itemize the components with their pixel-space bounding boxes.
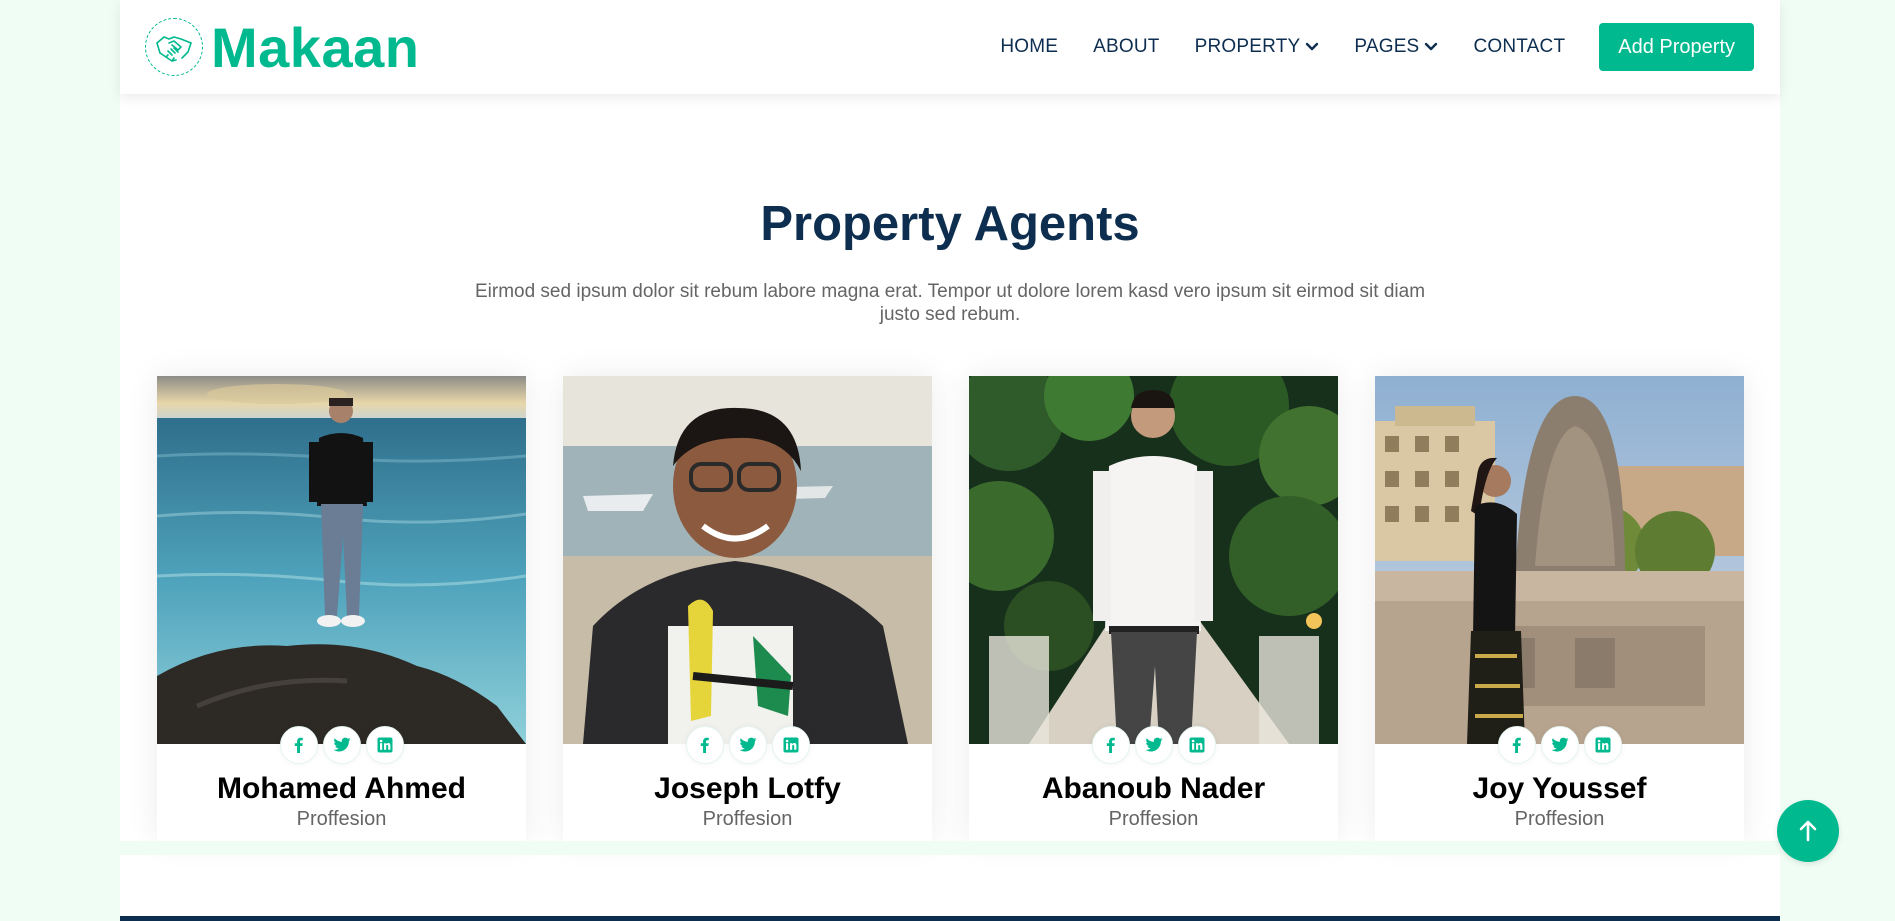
nav-item-label: CONTACT (1473, 36, 1566, 57)
nav-item-label: PROPERTY (1194, 36, 1301, 57)
nav-item-label: HOME (1000, 36, 1059, 57)
nav-item-label: PAGES (1354, 36, 1420, 57)
agent-photo (157, 376, 526, 744)
nav-item-home[interactable]: HOME (1000, 36, 1058, 58)
twitter-icon[interactable] (1134, 726, 1173, 764)
agent-card: Joy Youssef Proffesion (1375, 376, 1744, 841)
nav-item-about[interactable]: ABOUT (1093, 36, 1159, 58)
chevron-down-icon (1306, 42, 1319, 51)
social-links (563, 726, 932, 764)
social-links (969, 726, 1338, 764)
linkedin-icon[interactable] (771, 726, 810, 764)
facebook-icon[interactable] (1497, 726, 1536, 764)
linkedin-icon[interactable] (1177, 726, 1216, 764)
facebook-icon[interactable] (685, 726, 724, 764)
arrow-up-icon (1799, 820, 1817, 842)
twitter-icon[interactable] (728, 726, 767, 764)
section-subtitle: Eirmod sed ipsum dolor sit rebum labore … (474, 281, 1426, 325)
twitter-icon[interactable] (322, 726, 361, 764)
agent-role: Proffesion (702, 808, 793, 830)
brand-logo[interactable]: Makaan (145, 15, 419, 80)
linkedin-icon[interactable] (1583, 726, 1622, 764)
facebook-icon[interactable] (279, 726, 318, 764)
back-to-top-button[interactable] (1777, 800, 1839, 862)
nav-item-property[interactable]: PROPERTY (1195, 36, 1320, 58)
brand-name: Makaan (211, 15, 420, 79)
agent-card: Mohamed Ahmed Proffesion (157, 376, 526, 841)
agent-photo (563, 376, 932, 744)
main-nav: HOME ABOUT PROPERTY PAGES CONTACT Add Pr… (1000, 23, 1780, 71)
navbar: Makaan HOME ABOUT PROPERTY PAGES CONTACT… (120, 0, 1780, 94)
social-links (1375, 726, 1744, 764)
agent-role: Proffesion (1108, 808, 1199, 830)
footer-top-edge (120, 916, 1780, 921)
agents-grid: Mohamed Ahmed Proffesion Joseph Lotfy Pr… (157, 376, 1744, 841)
agent-name: Mohamed Ahmed (217, 772, 466, 805)
handshake-icon (145, 18, 203, 76)
page-container: Makaan HOME ABOUT PROPERTY PAGES CONTACT… (120, 0, 1780, 921)
linkedin-icon[interactable] (365, 726, 404, 764)
facebook-icon[interactable] (1091, 726, 1130, 764)
chevron-down-icon (1425, 42, 1438, 51)
social-links (157, 726, 526, 764)
nav-item-label: ABOUT (1093, 36, 1160, 57)
agent-photo (969, 376, 1338, 744)
add-property-button[interactable]: Add Property (1599, 23, 1754, 71)
nav-item-pages[interactable]: PAGES (1354, 36, 1438, 58)
nav-item-contact[interactable]: CONTACT (1473, 36, 1565, 58)
agent-card: Joseph Lotfy Proffesion (563, 376, 932, 841)
agent-name: Joseph Lotfy (654, 772, 841, 805)
agent-role: Proffesion (296, 808, 387, 830)
agent-role: Proffesion (1514, 808, 1605, 830)
agent-name: Abanoub Nader (1041, 772, 1266, 805)
agent-photo (1375, 376, 1744, 744)
twitter-icon[interactable] (1540, 726, 1579, 764)
section-title: Property Agents (760, 197, 1140, 251)
agent-name: Joy Youssef (1472, 772, 1647, 805)
section-divider (120, 841, 1780, 855)
agent-card: Abanoub Nader Proffesion (969, 376, 1338, 841)
